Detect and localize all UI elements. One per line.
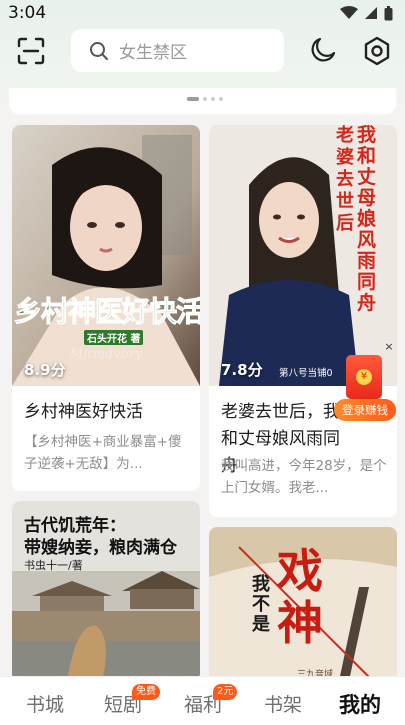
reward-badge: 2元: [213, 684, 238, 700]
cover-title-left: 老婆去世后: [336, 125, 354, 234]
carousel-dot: [219, 97, 223, 101]
cover-title-small: 我不是: [252, 574, 270, 635]
search-input[interactable]: 女生禁区: [71, 29, 284, 72]
book-cover: 乡村神医好快活 石头开花 著 Mjtmdvbry 8.9分: [12, 125, 200, 386]
tab-label: 我的: [339, 693, 381, 717]
carousel-dot: [203, 97, 207, 101]
cover-title-text: 乡村神医好快活: [14, 295, 201, 329]
cover-title-right: 我和丈母娘风雨同舟: [357, 125, 377, 314]
book-card[interactable]: 古代饥荒年： 带嫂纳妾，粮肉满仓 书虫十一/著: [12, 501, 200, 681]
topbar: 女生禁区: [0, 28, 405, 74]
tab-me[interactable]: 我的: [339, 689, 381, 719]
coin-icon: ¥: [356, 369, 372, 385]
moon-icon: [311, 37, 336, 62]
cover-signature: Mjtmdvbry: [70, 347, 143, 362]
book-card[interactable]: 戏神 我不是 三九音域: [209, 527, 397, 681]
tab-label: 书城: [26, 694, 65, 716]
free-badge: 免费: [132, 684, 160, 700]
book-score: 7.8分: [221, 361, 263, 379]
scan-button[interactable]: [16, 36, 46, 66]
scan-icon: [17, 37, 45, 65]
book-cover: 戏神 我不是 三九音域: [209, 527, 397, 681]
red-envelope-icon: ¥: [346, 355, 382, 399]
login-reward-label: 登录赚钱: [334, 399, 396, 421]
book-description: 【乡村神医+商业暴富+傻子逆袭+无敌】为...: [24, 434, 182, 472]
wifi-icon: [340, 6, 358, 19]
cover-author-text: 石头开花 著: [84, 330, 144, 345]
cover-author-text: 书虫十一/著: [24, 559, 83, 572]
tab-short-drama[interactable]: 短剧 免费: [104, 684, 160, 717]
tab-bookstore[interactable]: 书城: [26, 690, 64, 717]
carousel-dot: [187, 97, 199, 101]
bottom-nav: 书城 短剧 免费 福利 2元 书架 我的: [0, 676, 405, 725]
cover-title-line2: 带嫂纳妾，粮肉满仓: [24, 538, 177, 558]
status-time: 3:04: [8, 3, 47, 23]
night-mode-button[interactable]: [309, 36, 337, 64]
status-icons: [340, 5, 393, 21]
search-icon: [90, 41, 108, 60]
cover-title-big: 戏神: [277, 544, 323, 650]
book-description: 我叫高进，今年28岁，是个上门女婿。我老...: [221, 458, 387, 496]
battery-icon: [384, 5, 393, 20]
gear-icon: [364, 36, 390, 66]
close-icon[interactable]: ×: [383, 340, 395, 353]
banner-carousel[interactable]: [9, 88, 396, 114]
book-score: 8.9分: [24, 361, 66, 379]
book-title: 乡村神医好快活: [24, 402, 143, 422]
book-card[interactable]: 我和丈母娘风雨同舟 老婆去世后 7.8分 第八号当铺0 老婆去世后，我和丈母娘风…: [209, 125, 397, 517]
search-placeholder: 女生禁区: [119, 43, 187, 63]
cover-author-text: 第八号当铺0: [279, 368, 333, 379]
status-bar: 3:04: [0, 0, 405, 26]
tab-bookshelf[interactable]: 书架: [264, 690, 302, 717]
carousel-indicator: [187, 97, 223, 101]
tab-label: 书架: [264, 694, 303, 716]
book-card[interactable]: 乡村神医好快活 石头开花 著 Mjtmdvbry 8.9分 乡村神医好快活 【乡…: [12, 125, 200, 491]
login-reward-float[interactable]: × ¥ 登录赚钱: [334, 340, 398, 422]
signal-icon: [365, 7, 377, 19]
book-cover: 古代饥荒年： 带嫂纳妾，粮肉满仓 书虫十一/著: [12, 501, 200, 681]
settings-button[interactable]: [362, 36, 392, 66]
carousel-dot: [211, 97, 215, 101]
tab-welfare[interactable]: 福利 2元: [184, 684, 238, 717]
